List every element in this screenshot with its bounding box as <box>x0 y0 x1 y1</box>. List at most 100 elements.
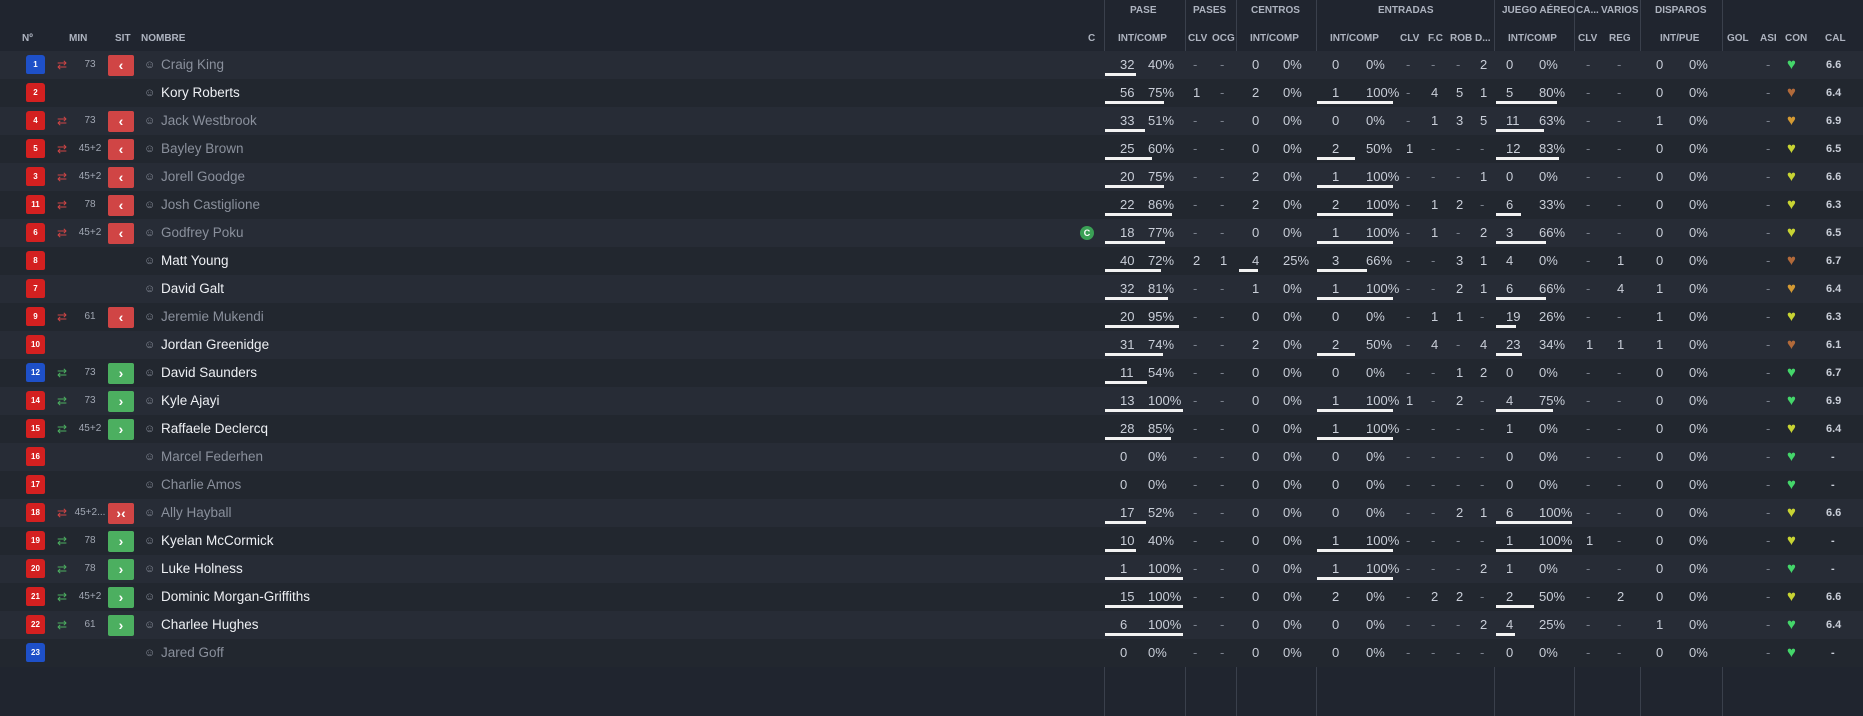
player-name-link[interactable]: Kyle Ajayi <box>161 387 220 415</box>
sub-out-button[interactable]: ‹ <box>108 195 134 216</box>
table-row[interactable] <box>0 555 1863 583</box>
stat-completion: 0% <box>1283 561 1302 576</box>
table-row[interactable] <box>0 303 1863 331</box>
table-row[interactable] <box>0 331 1863 359</box>
sub-in-button[interactable]: › <box>108 531 134 552</box>
sub-in-button[interactable]: › <box>108 363 134 384</box>
col-header-fc[interactable]: F.C <box>1428 33 1443 44</box>
player-name-link[interactable]: Kory Roberts <box>161 79 240 107</box>
player-name-link[interactable]: Luke Holness <box>161 555 243 583</box>
table-row[interactable] <box>0 107 1863 135</box>
table-row[interactable] <box>0 191 1863 219</box>
sub-out-button[interactable]: ‹ <box>108 139 134 160</box>
group-header-centros[interactable]: CENTROS <box>1251 5 1300 16</box>
table-row[interactable] <box>0 359 1863 387</box>
player-name-link[interactable]: Charlie Amos <box>161 471 241 499</box>
col-header-min[interactable]: MIN <box>69 33 87 44</box>
table-row[interactable] <box>0 219 1863 247</box>
col-header-entradas-int-comp[interactable]: INT/COMP <box>1330 33 1379 44</box>
col-header-d[interactable]: D... <box>1475 33 1491 44</box>
player-name-link[interactable]: Godfrey Poku <box>161 219 244 247</box>
col-header-centros-int-comp[interactable]: INT/COMP <box>1250 33 1299 44</box>
group-header-disparos[interactable]: DISPAROS <box>1655 5 1707 16</box>
sub-in-button[interactable]: › <box>108 615 134 636</box>
player-name-link[interactable]: Raffaele Declercq <box>161 415 268 443</box>
col-header-captain[interactable]: C <box>1088 33 1095 44</box>
player-name-link[interactable]: Jared Goff <box>161 639 224 667</box>
table-row[interactable] <box>0 79 1863 107</box>
completion-bar <box>1496 129 1544 132</box>
player-name-link[interactable]: David Galt <box>161 275 224 303</box>
col-header-gol[interactable]: GOL <box>1727 33 1749 44</box>
col-header-ocg[interactable]: OCG <box>1212 33 1235 44</box>
col-header-disparos-int-pue[interactable]: INT/PUE <box>1660 33 1699 44</box>
stat-reg: - <box>1617 561 1622 576</box>
table-row[interactable] <box>0 443 1863 471</box>
player-name-link[interactable]: Josh Castiglione <box>161 191 260 219</box>
completion-bar <box>1317 157 1355 160</box>
col-header-num[interactable]: Nº <box>22 33 33 44</box>
group-header-juego-aereo[interactable]: JUEGO AÉREO <box>1502 5 1575 16</box>
player-name-link[interactable]: Ally Hayball <box>161 499 232 527</box>
col-header-cal[interactable]: CAL <box>1825 33 1846 44</box>
col-header-rob[interactable]: ROB <box>1450 33 1472 44</box>
player-name-link[interactable]: David Saunders <box>161 359 257 387</box>
sub-out-button[interactable]: ‹ <box>108 307 134 328</box>
table-row[interactable] <box>0 611 1863 639</box>
table-row[interactable] <box>0 387 1863 415</box>
stat-attempts: 2 <box>1252 197 1260 212</box>
col-header-sit[interactable]: SIT <box>115 33 131 44</box>
col-header-ca-clv[interactable]: CLV <box>1578 33 1597 44</box>
col-header-name[interactable]: NOMBRE <box>141 33 185 44</box>
player-name-link[interactable]: Craig King <box>161 51 224 79</box>
group-header-pases[interactable]: PASES <box>1193 5 1226 16</box>
player-name-link[interactable]: Matt Young <box>161 247 229 275</box>
stat-ocg: - <box>1220 57 1225 72</box>
player-name-link[interactable]: Jeremie Mukendi <box>161 303 264 331</box>
group-header-ca[interactable]: CA... <box>1576 5 1599 16</box>
sub-in-out-button[interactable]: ›‹ <box>108 503 134 524</box>
col-header-reg[interactable]: REG <box>1609 33 1631 44</box>
sub-in-button[interactable]: › <box>108 391 134 412</box>
sub-out-button[interactable]: ‹ <box>108 167 134 188</box>
sub-out-button[interactable]: ‹ <box>108 223 134 244</box>
table-row[interactable] <box>0 247 1863 275</box>
group-header-varios[interactable]: VARIOS <box>1601 5 1639 16</box>
table-row[interactable] <box>0 135 1863 163</box>
table-row[interactable] <box>0 471 1863 499</box>
group-header-pase[interactable]: PASE <box>1130 5 1157 16</box>
sub-in-button[interactable]: › <box>108 587 134 608</box>
table-row[interactable] <box>0 527 1863 555</box>
player-head-icon: ☺ <box>144 283 156 295</box>
player-name-link[interactable]: Jordan Greenidge <box>161 331 269 359</box>
sub-out-button[interactable]: ‹ <box>108 111 134 132</box>
player-name-link[interactable]: Kyelan McCormick <box>161 527 274 555</box>
player-name-link[interactable]: Dominic Morgan-Griffiths <box>161 583 310 611</box>
col-header-entradas-clv[interactable]: CLV <box>1400 33 1419 44</box>
table-row[interactable] <box>0 639 1863 667</box>
shirt-number-icon: 20 <box>26 559 45 578</box>
stat-clv: - <box>1193 225 1198 240</box>
sub-in-button[interactable]: › <box>108 559 134 580</box>
table-row[interactable] <box>0 415 1863 443</box>
table-row[interactable] <box>0 163 1863 191</box>
table-row[interactable] <box>0 51 1863 79</box>
table-row[interactable] <box>0 275 1863 303</box>
col-header-aereo-int-comp[interactable]: INT/COMP <box>1508 33 1557 44</box>
col-header-clv[interactable]: CLV <box>1188 33 1207 44</box>
sub-in-button[interactable]: › <box>108 419 134 440</box>
stat-rob: 1 <box>1456 365 1464 380</box>
player-name-link[interactable]: Marcel Federhen <box>161 443 263 471</box>
sub-out-button[interactable]: ‹ <box>108 55 134 76</box>
player-name-link[interactable]: Jorell Goodge <box>161 163 245 191</box>
stat-completion: 0% <box>1689 533 1708 548</box>
col-header-pase-int-comp[interactable]: INT/COMP <box>1118 33 1167 44</box>
stat-reg: 4 <box>1617 281 1625 296</box>
col-header-con[interactable]: CON <box>1785 33 1807 44</box>
player-name-link[interactable]: Charlee Hughes <box>161 611 259 639</box>
group-header-entradas[interactable]: ENTRADAS <box>1378 5 1434 16</box>
col-header-asi[interactable]: ASI <box>1760 33 1777 44</box>
table-row[interactable] <box>0 499 1863 527</box>
player-name-link[interactable]: Jack Westbrook <box>161 107 257 135</box>
player-name-link[interactable]: Bayley Brown <box>161 135 244 163</box>
